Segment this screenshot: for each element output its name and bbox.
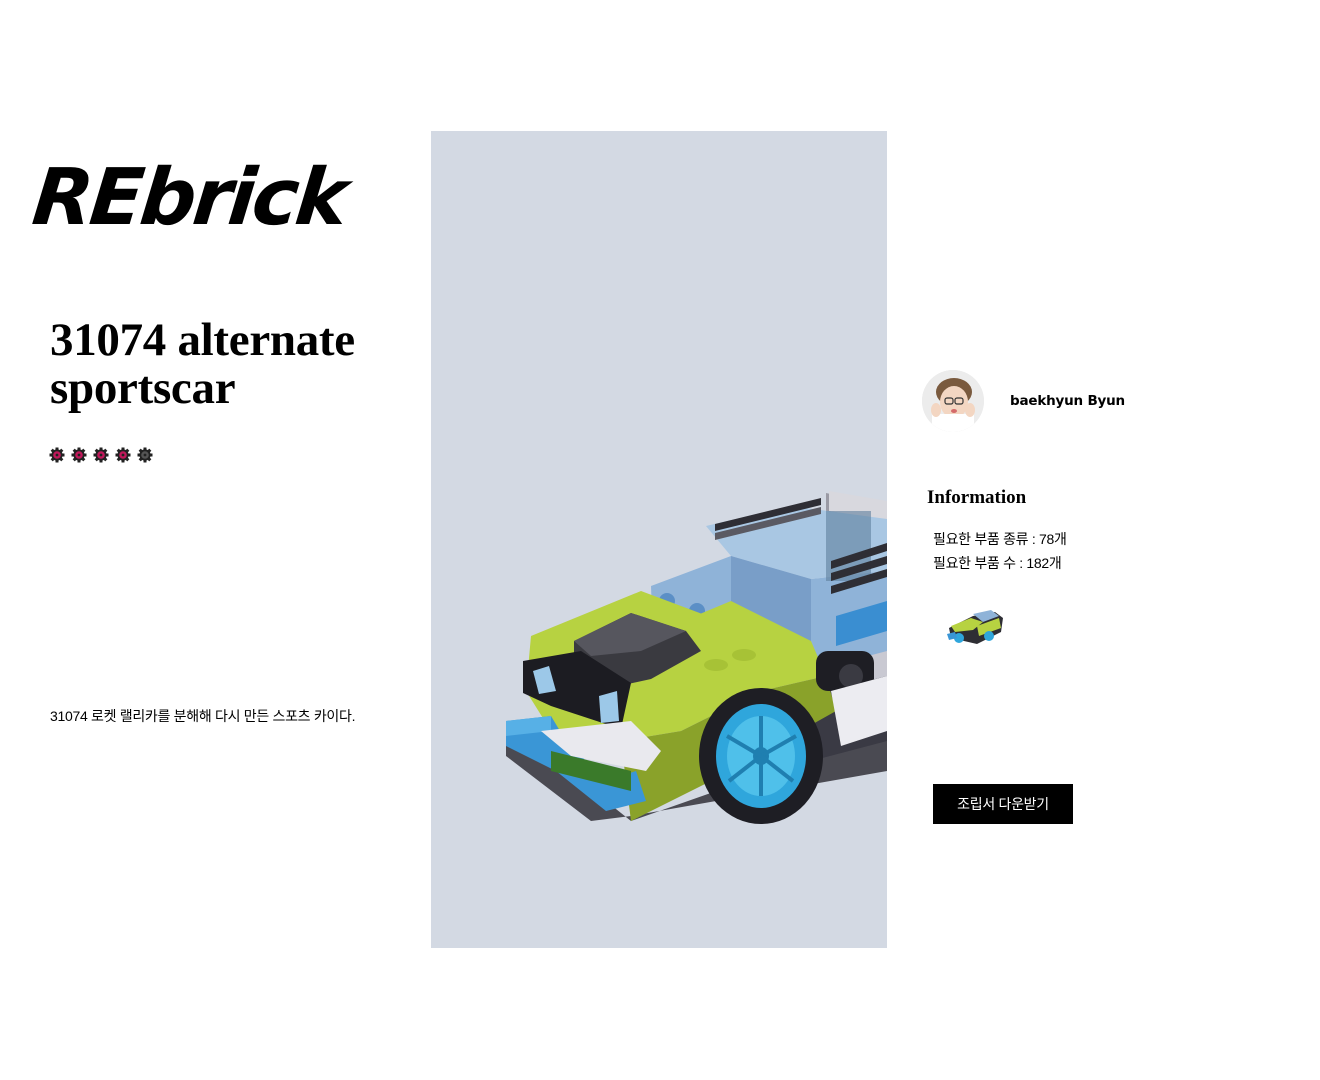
- product-title: 31074 alternate sportscar: [50, 314, 355, 414]
- difficulty-rating: [49, 447, 153, 463]
- hero-image-panel: [431, 131, 887, 948]
- author-profile[interactable]: baekhyun Byun: [922, 370, 1125, 432]
- author-name[interactable]: baekhyun Byun: [1010, 393, 1125, 409]
- lego-car-illustration: [506, 491, 887, 824]
- information-list: 필요한 부품 종류 : 78개 필요한 부품 수 : 182개: [933, 527, 1067, 575]
- info-item-part-count: 필요한 부품 수 : 182개: [933, 555, 1062, 571]
- rebrick-logo[interactable]: REbrick: [28, 148, 350, 248]
- gear-icon: [93, 447, 109, 463]
- download-instructions-button[interactable]: 조립서 다운받기: [933, 784, 1073, 824]
- product-thumbnail[interactable]: [943, 604, 1007, 648]
- gear-icon: [71, 447, 87, 463]
- information-heading: Information: [927, 487, 1027, 508]
- gear-icon: [137, 447, 153, 463]
- product-description: 31074 로켓 랠리카를 분해해 다시 만든 스포츠 카이다.: [50, 708, 356, 724]
- gear-icon: [49, 447, 65, 463]
- info-item-part-types: 필요한 부품 종류 : 78개: [933, 531, 1067, 547]
- gear-icon: [115, 447, 131, 463]
- author-avatar[interactable]: [922, 370, 984, 432]
